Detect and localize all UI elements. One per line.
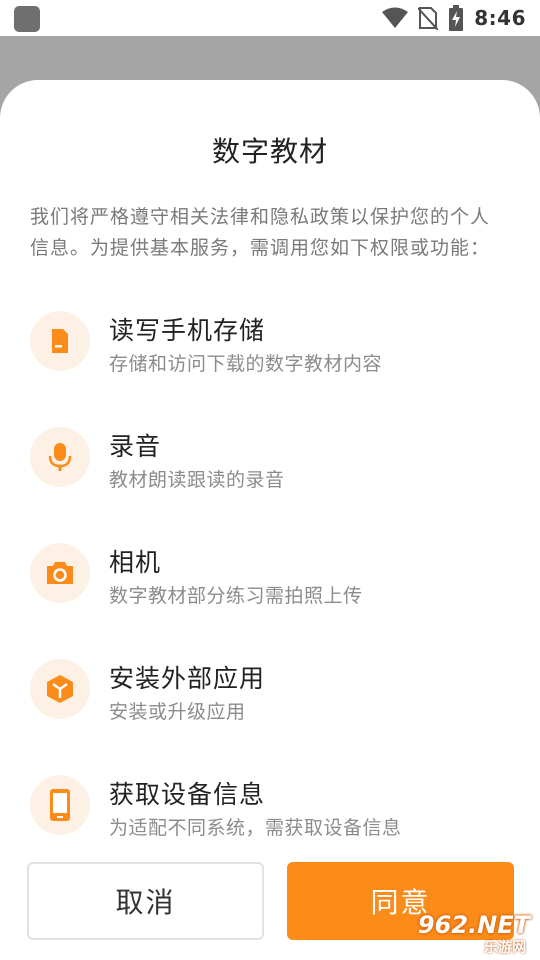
permission-item-storage: 读写手机存储 存储和访问下载的数字教材内容 [30, 311, 510, 391]
permission-title: 获取设备信息 [109, 780, 266, 809]
status-bar: 8:46 [0, 0, 540, 36]
status-time: 8:46 [474, 6, 526, 30]
watermark-brand: 962.NET [417, 911, 530, 939]
dialog-title: 数字教材 [211, 135, 328, 168]
wifi-icon [382, 7, 409, 28]
permission-description: 教材朗读跟读的录音 [109, 469, 285, 491]
dialog-intro-text: 我们将严格遵守相关法律和隐私政策以保护您的个人信息。为提供基本服务，需调用您如下… [30, 206, 491, 259]
site-watermark: 962.NET 乐游网 [398, 905, 536, 959]
permission-description: 数字教材部分练习需拍照上传 [109, 585, 363, 607]
battery-charging-icon [449, 5, 464, 31]
microphone-icon [30, 427, 90, 487]
package-icon [30, 659, 90, 719]
sd-card-icon [30, 311, 90, 371]
cancel-button[interactable]: 取消 [27, 862, 264, 940]
permission-item-camera: 相机 数字教材部分练习需拍照上传 [30, 543, 510, 623]
phone-icon [30, 775, 90, 835]
permission-title: 安装外部应用 [109, 664, 266, 693]
no-sim-icon [418, 7, 439, 30]
permission-description: 为适配不同系统，需获取设备信息 [109, 817, 402, 839]
camera-icon [30, 543, 90, 603]
watermark-subtitle: 乐游网 [484, 940, 526, 956]
permission-title: 录音 [109, 432, 162, 461]
status-icons: 8:46 [382, 0, 526, 36]
permission-item-microphone: 录音 教材朗读跟读的录音 [30, 427, 510, 507]
permission-title: 相机 [109, 548, 162, 577]
app-square-icon [14, 6, 40, 32]
permission-description: 安装或升级应用 [109, 701, 246, 723]
permission-title: 读写手机存储 [109, 316, 266, 345]
permission-item-device-info: 获取设备信息 为适配不同系统，需获取设备信息 [30, 775, 510, 855]
permission-item-install: 安装外部应用 安装或升级应用 [30, 659, 510, 739]
permission-description: 存储和访问下载的数字教材内容 [109, 353, 383, 375]
